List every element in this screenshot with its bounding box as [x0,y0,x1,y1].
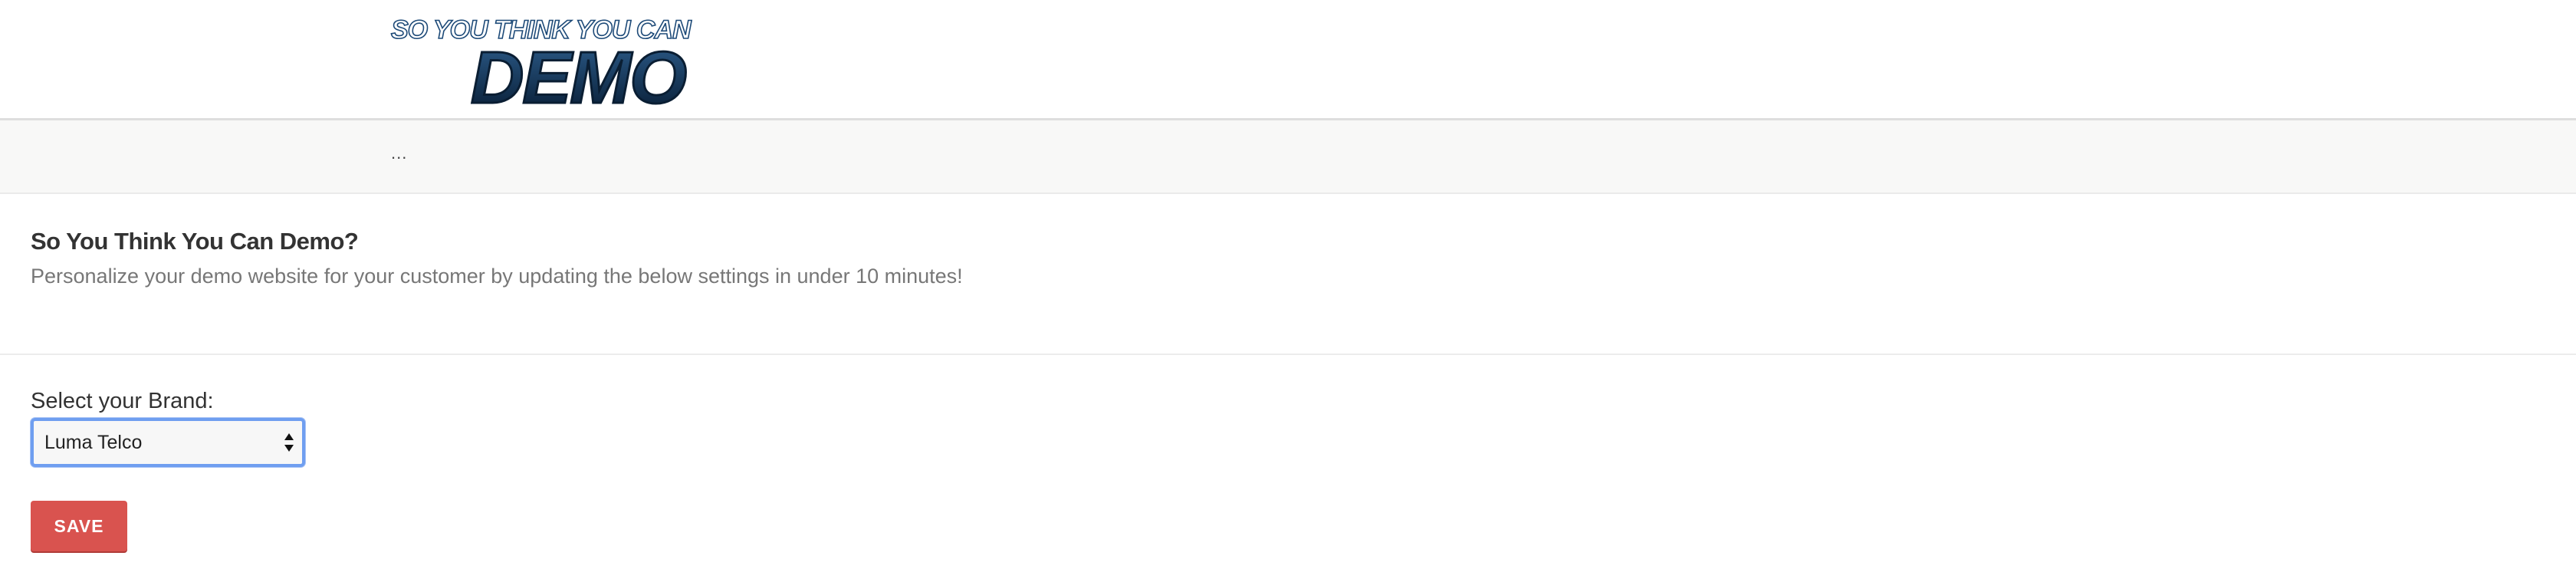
breadcrumb-bar: ... [0,120,2576,194]
intro-section: So You Think You Can Demo? Personalize y… [0,194,2576,355]
select-arrows-icon [284,432,294,453]
logo-graphic: SO YOU THINK YOU CAN DEMO [390,15,694,109]
save-button[interactable]: SAVE [31,501,127,551]
brand-select-value: Luma Telco [44,432,143,453]
page-title: So You Think You Can Demo? [31,228,359,255]
svg-text:DEMO: DEMO [471,37,686,109]
brand-label: Select your Brand: [31,389,214,413]
settings-form: Select your Brand: Luma Telco SAVE [0,355,2576,569]
site-header: SO YOU THINK YOU CAN DEMO [0,0,2576,120]
site-logo[interactable]: SO YOU THINK YOU CAN DEMO [388,9,730,109]
brand-select[interactable]: Luma Telco [31,418,305,467]
page-subtitle: Personalize your demo website for your c… [31,265,963,288]
breadcrumb: ... [391,143,408,163]
